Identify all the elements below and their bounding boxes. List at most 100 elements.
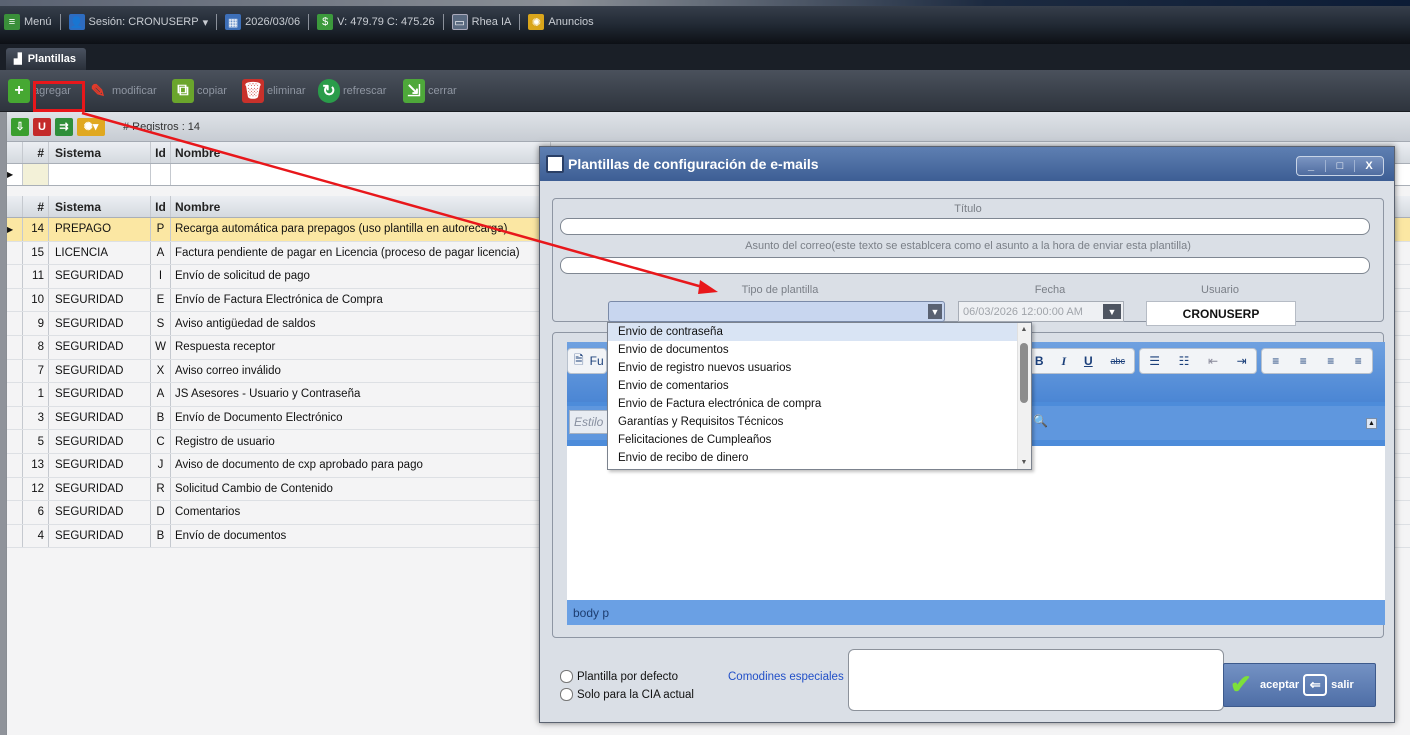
cia-only-checkbox[interactable]: Solo para la CIA actual xyxy=(560,688,694,701)
cell-num: 6 xyxy=(23,501,49,524)
preview-icon[interactable]: 🔍 xyxy=(1033,414,1048,428)
delete-button[interactable]: 🗑 eliminar xyxy=(242,78,306,104)
toolbar: + agregar ✎ modificar ⧉ copiar 🗑 eliminar ↻ r… xyxy=(0,70,1410,112)
col-system[interactable]: Sistema xyxy=(49,142,151,163)
col-num[interactable]: # xyxy=(23,142,49,163)
ads-button[interactable]: ✺ Anuncios xyxy=(524,14,597,30)
template-type-select[interactable]: ▼ xyxy=(608,301,945,322)
ads-label: Anuncios xyxy=(548,16,594,28)
align-center-icon[interactable]: ≡ xyxy=(1294,354,1313,368)
exit-icon[interactable]: ⇐ xyxy=(1303,674,1328,696)
dropdown-list: Envio de contraseña Envio de documentos En… xyxy=(608,323,1031,467)
scroll-thumb[interactable] xyxy=(1020,343,1028,403)
exit-button[interactable]: salir xyxy=(1331,679,1354,691)
close-dialog-button[interactable]: X xyxy=(1355,160,1383,172)
dropdown-option[interactable]: Envio de registro nuevos usuarios xyxy=(608,359,1031,377)
special-wildcards-link[interactable]: Comodines especiales xyxy=(728,671,844,683)
date-picker[interactable]: 06/03/2026 12:00:00 AM ▼ xyxy=(958,301,1124,322)
cell-num: 15 xyxy=(23,241,49,265)
checkbox[interactable] xyxy=(560,670,573,683)
bullet-list-icon[interactable]: ☷ xyxy=(1173,354,1196,368)
filter-cell[interactable] xyxy=(23,164,49,185)
magnet-icon[interactable]: U xyxy=(33,117,51,136)
dropdown-option[interactable]: Envio de contraseña xyxy=(608,323,1031,341)
download-icon[interactable]: ⇩ xyxy=(11,117,29,136)
modify-button[interactable]: ✎ modificar xyxy=(87,78,156,104)
font-select[interactable]: 🗎 Fu xyxy=(567,348,607,374)
underline-icon[interactable]: U xyxy=(1078,354,1099,368)
row-indicator xyxy=(7,359,23,383)
menu-bar: ≡ Menú 👤 Sesión: CRONUSERP ▾ ▦ 2026/03/06 $ V… xyxy=(0,10,598,34)
filter-cell[interactable] xyxy=(49,164,151,185)
chevron-down-icon[interactable]: ▼ xyxy=(1103,304,1121,319)
session-menu[interactable]: 👤 Sesión: CRONUSERP ▾ xyxy=(65,14,213,30)
cell-id: D xyxy=(151,501,171,524)
maximize-button[interactable]: □ xyxy=(1326,160,1355,172)
date-label: Fecha xyxy=(1034,284,1066,296)
checkbox[interactable] xyxy=(560,688,573,701)
dropdown-option[interactable]: Envio de Factura electrónica de compra xyxy=(608,395,1031,413)
trash-icon: 🗑 xyxy=(242,79,264,103)
dollar-icon: $ xyxy=(317,14,334,30)
col-id[interactable]: Id xyxy=(151,142,171,163)
minimize-button[interactable]: _ xyxy=(1297,160,1326,172)
dropdown-scrollbar[interactable]: ▲ ▼ xyxy=(1017,323,1031,469)
chevron-down-icon[interactable]: ▼ xyxy=(928,304,942,319)
indent-icon[interactable]: ⇥ xyxy=(1231,354,1253,368)
cell-id: W xyxy=(151,336,171,359)
wildcards-box[interactable] xyxy=(848,649,1224,711)
italic-icon[interactable]: I xyxy=(1055,354,1072,369)
default-template-checkbox[interactable]: Plantilla por defecto xyxy=(560,670,678,683)
cell-num: 8 xyxy=(23,336,49,359)
row-indicator xyxy=(7,477,23,501)
cell-system: SEGURIDAD xyxy=(49,501,151,524)
col-num[interactable]: # xyxy=(23,196,49,217)
outdent-icon[interactable]: ⇤ xyxy=(1202,354,1224,368)
settings-dropdown-icon[interactable]: ✺▾ xyxy=(77,117,105,136)
dropdown-option[interactable]: Envio de documentos xyxy=(608,341,1031,359)
date-button[interactable]: ▦ 2026/03/06 xyxy=(221,14,304,30)
subject-input[interactable] xyxy=(560,257,1370,274)
divider xyxy=(308,14,310,30)
col-system[interactable]: Sistema xyxy=(49,196,151,217)
dialog-buttons: ✔ aceptar ⇐ salir xyxy=(1223,663,1376,707)
ai-button[interactable]: ▭ Rhea IA xyxy=(448,14,516,30)
menu-button[interactable]: ≡ Menú xyxy=(0,14,56,30)
align-justify-icon[interactable]: ≡ xyxy=(1349,354,1368,368)
cell-id: P xyxy=(151,218,171,241)
align-right-icon[interactable]: ≡ xyxy=(1321,354,1340,368)
filter-cell[interactable] xyxy=(151,164,171,185)
cell-num: 5 xyxy=(23,430,49,453)
title-input[interactable] xyxy=(560,218,1370,235)
copy-button[interactable]: ⧉ copiar xyxy=(172,78,227,104)
exchange-rate-button[interactable]: $ V: 479.79 C: 475.26 xyxy=(313,14,438,30)
cell-system: SEGURIDAD xyxy=(49,383,151,406)
col-name[interactable]: Nombre xyxy=(171,196,551,217)
dropdown-option[interactable]: Envio de recibo de dinero xyxy=(608,449,1031,467)
close-button[interactable]: ⇲ cerrar xyxy=(403,78,457,104)
check-icon[interactable]: ✔ xyxy=(1230,671,1256,698)
bold-icon[interactable]: B xyxy=(1029,354,1050,368)
scroll-down-icon[interactable]: ▼ xyxy=(1020,459,1028,466)
accept-button[interactable]: aceptar xyxy=(1260,679,1299,691)
ordered-list-icon[interactable]: ☰ xyxy=(1143,354,1166,368)
dropdown-option[interactable]: Felicitaciones de Cumpleaños xyxy=(608,431,1031,449)
dropdown-option[interactable]: Envio de comentarios xyxy=(608,377,1031,395)
cell-id: I xyxy=(151,265,171,288)
dropdown-option[interactable]: Garantías y Requisitos Técnicos xyxy=(608,413,1031,431)
tab-plantillas[interactable]: ▟ Plantillas xyxy=(6,48,86,70)
col-name[interactable]: Nombre xyxy=(171,142,551,163)
align-left-icon[interactable]: ≡ xyxy=(1266,354,1285,368)
export-icon[interactable]: ⇉ xyxy=(55,117,73,136)
cell-name: Envío de Factura Electrónica de Compra xyxy=(171,288,551,312)
collapse-icon[interactable]: ▲ xyxy=(1366,418,1377,429)
col-id[interactable]: Id xyxy=(151,196,171,217)
cell-system: SEGURIDAD xyxy=(49,265,151,288)
strike-icon[interactable]: abc xyxy=(1105,356,1132,366)
align-group: ≡ ≡ ≡ ≡ xyxy=(1261,348,1373,374)
doc-icon: 🗎 xyxy=(574,352,584,367)
scroll-up-icon[interactable]: ▲ xyxy=(1020,326,1028,333)
row-indicator xyxy=(7,383,23,406)
refresh-button[interactable]: ↻ refrescar xyxy=(318,78,386,104)
dialog-titlebar[interactable]: Plantillas de configuración de e-mails _… xyxy=(540,147,1394,181)
